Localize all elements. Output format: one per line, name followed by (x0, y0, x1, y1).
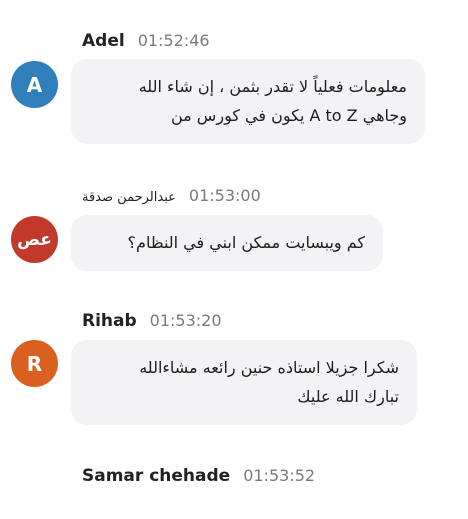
author-name[interactable]: Rihab (82, 311, 137, 331)
message-text-line: شكرا جزيلا استاذه حنين رائعه مشاءالله (139, 358, 399, 377)
message-timestamp: 01:53:00 (188, 186, 261, 205)
message-text-line: كم ويبسايت ممكن ابني في النظام؟ (127, 233, 365, 252)
message-bubble: كم ويبسايت ممكن ابني في النظام؟ (71, 215, 383, 271)
message-text-line: تبارك الله عليك (297, 387, 399, 406)
author-name[interactable]: عبدالرحمن صدقة (82, 190, 176, 205)
message-timestamp: 01:52:46 (137, 31, 210, 50)
message-text-line: معلومات فعلياً لا تقدر بثمن ، إن شاء الل… (138, 77, 407, 96)
author-name[interactable]: Adel (82, 31, 125, 51)
message-header: Rihab 01:53:20 (82, 311, 222, 331)
message-header: Adel 01:52:46 (82, 31, 210, 51)
message-timestamp: 01:53:52 (243, 466, 316, 485)
message-timestamp: 01:53:20 (149, 311, 222, 330)
message-bubble: معلومات فعلياً لا تقدر بثمن ، إن شاء الل… (71, 59, 425, 144)
message-bubble: شكرا جزيلا استاذه حنين رائعه مشاءالله تب… (71, 340, 417, 425)
avatar[interactable]: R (11, 340, 58, 387)
message-header: عبدالرحمن صدقة 01:53:00 (82, 186, 261, 205)
author-name[interactable]: Samar chehade (82, 466, 230, 486)
message-text-line: وجاهي A to Z يكون في كورس من (170, 106, 407, 125)
avatar[interactable]: A (11, 61, 58, 108)
avatar[interactable]: عص (11, 216, 58, 263)
message-header: Samar chehade 01:53:52 (82, 466, 315, 486)
